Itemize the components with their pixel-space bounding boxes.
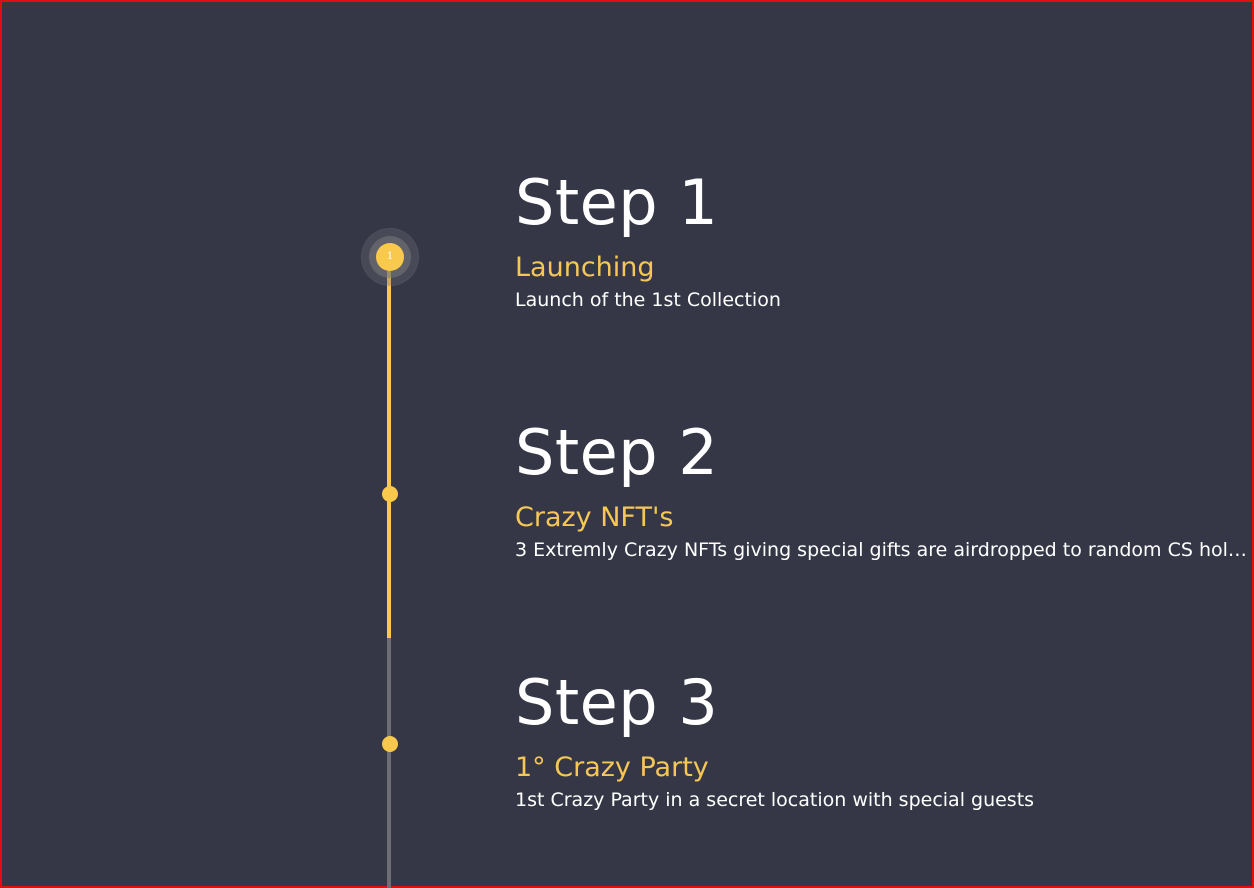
step-description: 1st Crazy Party in a secret location wit… [515, 789, 1035, 811]
step-title: Step 2 [515, 416, 719, 489]
timeline-node-3[interactable] [382, 736, 398, 752]
step-subtitle: 1° Crazy Party [515, 752, 709, 783]
step-subtitle: Launching [515, 252, 655, 283]
roadmap-step-2: Step 2 Crazy NFT's 3 Extremly Crazy NFTs… [515, 415, 1247, 563]
timeline-node-2[interactable] [382, 486, 398, 502]
timeline-node-1[interactable]: 1 [376, 243, 404, 271]
step-subtitle: Crazy NFT's [515, 502, 674, 533]
roadmap-step-1: Step 1 Launching Launch of the 1st Colle… [515, 165, 781, 313]
active-step-number: 1 [386, 251, 394, 262]
step-title: Step 1 [515, 166, 719, 239]
step-title: Step 3 [515, 666, 719, 739]
timeline-progress [387, 258, 391, 638]
roadmap-step-3: Step 3 1° Crazy Party 1st Crazy Party in… [515, 665, 1034, 813]
step-description: Launch of the 1st Collection [515, 289, 781, 311]
step-description: 3 Extremly Crazy NFTs giving special gif… [515, 539, 1247, 561]
